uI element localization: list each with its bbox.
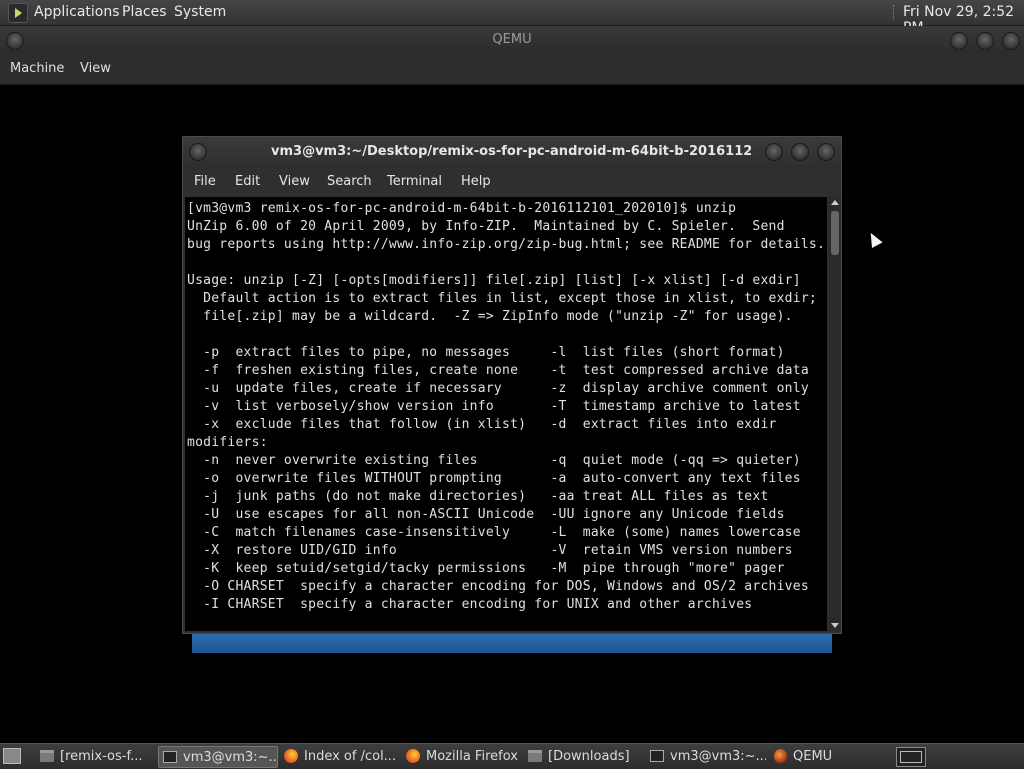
taskbar: [remix-os-f... vm3@vm3:~... Index of /co…	[0, 743, 1024, 769]
taskbar-item-label: [remix-os-f...	[60, 748, 143, 764]
taskbar-item-label: vm3@vm3:~...	[670, 748, 766, 764]
menu-file[interactable]: File	[194, 174, 216, 189]
taskbar-item-active[interactable]: vm3@vm3:~...	[158, 746, 278, 768]
taskbar-item[interactable]: Index of /col...	[280, 746, 400, 766]
firefox-icon	[406, 749, 420, 763]
close-icon[interactable]	[817, 143, 835, 161]
window-menu-icon[interactable]	[189, 143, 207, 161]
applications-menu-icon[interactable]	[8, 3, 28, 23]
qemu-icon	[774, 749, 787, 763]
terminal-menubar: File Edit View Search Terminal Help	[183, 167, 841, 197]
top-panel: Applications Places System Fri Nov 29, 2…	[0, 0, 1024, 36]
system-menu[interactable]: System	[174, 4, 226, 20]
maximize-icon[interactable]	[976, 32, 994, 50]
taskbar-item-label: vm3@vm3:~...	[183, 749, 278, 765]
taskbar-item[interactable]: vm3@vm3:~...	[646, 746, 766, 766]
maximize-icon[interactable]	[791, 143, 809, 161]
minimize-icon[interactable]	[765, 143, 783, 161]
terminal-titlebar[interactable]: vm3@vm3:~/Desktop/remix-os-for-pc-androi…	[183, 137, 841, 167]
taskbar-item[interactable]: Mozilla Firefox	[402, 746, 522, 766]
minimize-icon[interactable]	[950, 32, 968, 50]
panel-separator	[893, 5, 896, 19]
terminal-output: [vm3@vm3 remix-os-for-pc-android-m-64bit…	[187, 201, 826, 612]
taskbar-item-label: [Downloads]	[548, 748, 630, 764]
places-menu[interactable]: Places	[122, 4, 167, 20]
scroll-up-icon[interactable]	[831, 200, 839, 205]
menu-search[interactable]: Search	[327, 174, 372, 189]
taskbar-item-label: Index of /col...	[304, 748, 397, 764]
folder-icon	[40, 750, 54, 762]
terminal-window-title: vm3@vm3:~/Desktop/remix-os-for-pc-androi…	[271, 144, 751, 159]
scroll-down-icon[interactable]	[831, 623, 839, 628]
terminal-output-area[interactable]: [vm3@vm3 remix-os-for-pc-android-m-64bit…	[185, 197, 827, 631]
menu-machine[interactable]: Machine	[10, 61, 64, 76]
menu-view[interactable]: View	[279, 174, 310, 189]
taskbar-item[interactable]: [Downloads]	[524, 746, 644, 766]
terminal-icon	[163, 751, 177, 763]
taskbar-item-label: Mozilla Firefox	[426, 748, 518, 764]
taskbar-item[interactable]: [remix-os-f...	[36, 746, 156, 766]
workspace-switcher[interactable]	[896, 747, 926, 767]
qemu-titlebar[interactable]: QEMU	[0, 26, 1024, 54]
background-window-strip	[192, 632, 832, 653]
firefox-icon	[284, 749, 298, 763]
menu-view[interactable]: View	[80, 61, 111, 76]
taskbar-item-label: QEMU	[793, 748, 833, 764]
terminal-icon	[650, 750, 664, 762]
taskbar-item[interactable]: QEMU	[770, 746, 880, 766]
applications-menu[interactable]: Applications	[34, 4, 120, 20]
qemu-window-title: QEMU	[492, 32, 532, 47]
terminal-window: vm3@vm3:~/Desktop/remix-os-for-pc-androi…	[182, 136, 842, 634]
menu-edit[interactable]: Edit	[235, 174, 260, 189]
scrollbar-thumb[interactable]	[831, 211, 839, 255]
menu-terminal[interactable]: Terminal	[387, 174, 442, 189]
close-icon[interactable]	[1002, 32, 1020, 50]
qemu-menubar: Machine View	[0, 54, 1024, 85]
terminal-scrollbar[interactable]	[829, 197, 841, 631]
folder-icon	[528, 750, 542, 762]
menu-help[interactable]: Help	[461, 174, 491, 189]
show-desktop-icon[interactable]	[3, 748, 21, 764]
